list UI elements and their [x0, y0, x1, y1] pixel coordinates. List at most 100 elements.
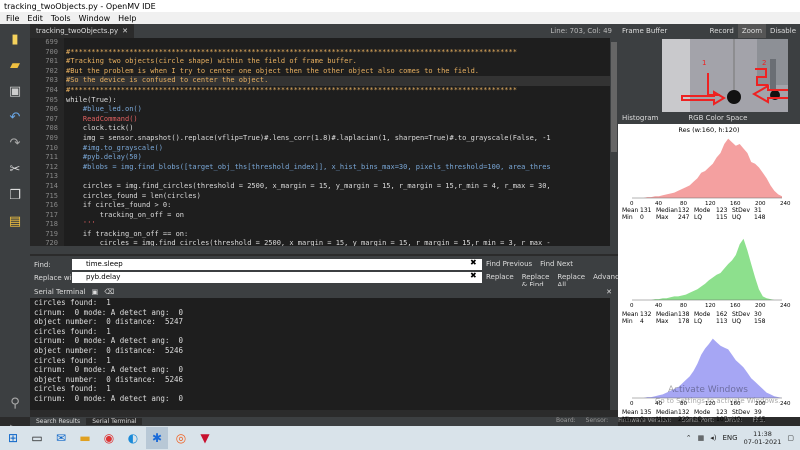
- copy-icon[interactable]: ❐: [4, 184, 26, 206]
- histogram-stat: 131: [640, 207, 652, 214]
- serial-terminal-header: Serial Terminal ▣ ⌫ ✕: [30, 286, 618, 298]
- code-area[interactable]: #***************************************…: [66, 38, 610, 246]
- find-next-button[interactable]: Find Next: [540, 260, 573, 268]
- code-line: tracking_on_off = on: [66, 210, 185, 219]
- line-number: 710: [45, 143, 58, 152]
- clock-date: 07-01-2021: [743, 438, 782, 446]
- line-col-indicator: Line: 703, Col: 49: [550, 27, 612, 35]
- serial-line: cirnum: 0 mode: A detect ang: 0: [34, 393, 184, 403]
- window-title: tracking_twoObjects.py - OpenMV IDE: [4, 1, 156, 11]
- tab-search-results[interactable]: Search Results: [30, 418, 86, 425]
- code-editor[interactable]: 699 700 701 702 703 704 705 706 707 708 709 710 711 7…: [30, 38, 610, 246]
- find-clear-icon[interactable]: ✖: [470, 258, 477, 267]
- editor-horizontal-scrollbar[interactable]: [30, 246, 618, 254]
- histogram-stat: 107: [716, 416, 728, 423]
- histogram-stat: 0: [640, 214, 644, 221]
- mail-icon[interactable]: ✉: [50, 427, 72, 449]
- menu-tools[interactable]: Tools: [47, 14, 75, 23]
- code-line: clock.tick(): [66, 124, 134, 133]
- histogram-stat: 222: [678, 416, 690, 423]
- histogram-stat: StDev: [732, 311, 751, 318]
- editor-vertical-scrollbar[interactable]: [610, 38, 618, 246]
- histogram-stat: 115: [716, 214, 728, 221]
- tray-chevron-icon[interactable]: ⌃: [686, 434, 692, 442]
- save-icon[interactable]: ▣: [4, 80, 26, 102]
- redo-icon[interactable]: ↷: [4, 132, 26, 154]
- notifications-icon[interactable]: ▢: [787, 434, 794, 442]
- histogram-stat: 178: [678, 318, 690, 325]
- code-line: ReadCommand(): [66, 114, 138, 123]
- serial-line: cirnum: 0 mode: A detect ang: 0: [34, 365, 184, 375]
- volume-icon[interactable]: ◂): [710, 434, 716, 442]
- line-number: 702: [45, 66, 58, 75]
- serial-save-icon[interactable]: ▣: [92, 288, 99, 296]
- editor-tabbar: tracking_twoObjects.py ✕ Line: 703, Col:…: [30, 24, 618, 38]
- language-indicator[interactable]: ENG: [723, 434, 738, 442]
- histogram-stat: Min: [622, 214, 633, 221]
- serial-scrollbar[interactable]: [610, 298, 618, 410]
- histogram-tick-label: 40: [655, 303, 662, 309]
- network-icon[interactable]: ▦: [698, 434, 705, 442]
- file-explorer-icon[interactable]: ▬: [74, 427, 96, 449]
- find-input[interactable]: time.sleep: [72, 259, 482, 270]
- histogram-curve: [632, 138, 782, 198]
- histogram-stat: 158: [754, 318, 766, 325]
- histogram-area: Res (w:160, h:120) 0 40 80 120 160 200 240 0 40 8…: [618, 124, 800, 423]
- editor-tab[interactable]: tracking_twoObjects.py ✕: [30, 24, 135, 38]
- menu-file[interactable]: File: [2, 14, 23, 23]
- bottom-tabs: Search Results Serial Terminal: [30, 417, 618, 426]
- histogram-stat: 113: [716, 318, 728, 325]
- cut-icon[interactable]: ✂: [4, 158, 26, 180]
- record-button[interactable]: Record: [706, 24, 738, 38]
- replace-input[interactable]: pyb.delay: [72, 272, 482, 283]
- clock[interactable]: 11:38 07-01-2021: [744, 430, 782, 446]
- serial-line: cirnum: 0 mode: A detect ang: 0: [34, 336, 184, 346]
- histogram-stat: StDev: [732, 207, 751, 214]
- open-folder-icon[interactable]: ▰: [4, 54, 26, 76]
- histogram-tick-label: 0: [630, 303, 634, 309]
- disable-button[interactable]: Disable: [766, 24, 800, 38]
- new-file-icon[interactable]: ▮: [4, 28, 26, 50]
- serial-close-icon[interactable]: ✕: [606, 288, 612, 296]
- connect-icon[interactable]: ⚲: [4, 392, 26, 414]
- editor-tab-label: tracking_twoObjects.py: [36, 27, 119, 35]
- find-previous-button[interactable]: Find Previous: [486, 260, 532, 268]
- openmv-icon[interactable]: ✱: [146, 427, 168, 449]
- line-number: 714: [45, 181, 58, 190]
- histogram-stat: 132: [678, 409, 690, 416]
- histogram-stat: 123: [716, 207, 728, 214]
- chrome-icon[interactable]: ◉: [98, 427, 120, 449]
- tab-serial-terminal[interactable]: Serial Terminal: [86, 418, 143, 425]
- paste-icon[interactable]: ▤: [4, 210, 26, 232]
- histogram-stat: 138: [678, 311, 690, 318]
- histogram-stat: UQ: [732, 214, 742, 221]
- menu-window[interactable]: Window: [75, 14, 115, 23]
- histogram-stat: 162: [716, 311, 728, 318]
- menu-edit[interactable]: Edit: [23, 14, 47, 23]
- histogram-header: Histogram RGB Color Space: [618, 112, 800, 124]
- zoom-button[interactable]: Zoom: [737, 24, 767, 38]
- histogram-stat: Min: [622, 318, 633, 325]
- code-line: img = sensor.snapshot().replace(vflip=Tr…: [66, 133, 551, 142]
- close-tab-icon[interactable]: ✕: [122, 24, 128, 38]
- replace-clear-icon[interactable]: ✖: [470, 271, 477, 280]
- task-view-icon[interactable]: ▭: [26, 427, 48, 449]
- serial-line: circles found: 1: [34, 298, 111, 307]
- undo-icon[interactable]: ↶: [4, 106, 26, 128]
- brave-icon[interactable]: ◎: [170, 427, 192, 449]
- histogram-stat: Mean: [622, 207, 639, 214]
- histogram-stat: 39: [754, 409, 762, 416]
- edge-icon[interactable]: ◐: [122, 427, 144, 449]
- serial-line: circles found: 1: [34, 384, 111, 394]
- menu-bar: File Edit Tools Window Help: [0, 12, 800, 24]
- code-line: #***************************************…: [66, 47, 517, 56]
- menu-help[interactable]: Help: [114, 14, 140, 23]
- color-space-select[interactable]: RGB Color Space: [688, 114, 747, 122]
- code-line: #But the problem is when I try to center…: [66, 66, 480, 75]
- serial-line: object number: 0 distance: 5246: [34, 374, 184, 384]
- red-stats: Mean 131 Median 132 Mode 123 StDev 31 Min 0 Max 247…: [622, 207, 768, 221]
- serial-clear-icon[interactable]: ⌫: [104, 288, 114, 296]
- mcafee-icon[interactable]: ▼: [194, 427, 216, 449]
- clock-time: 11:38: [753, 430, 772, 438]
- start-icon[interactable]: ⊞: [2, 427, 24, 449]
